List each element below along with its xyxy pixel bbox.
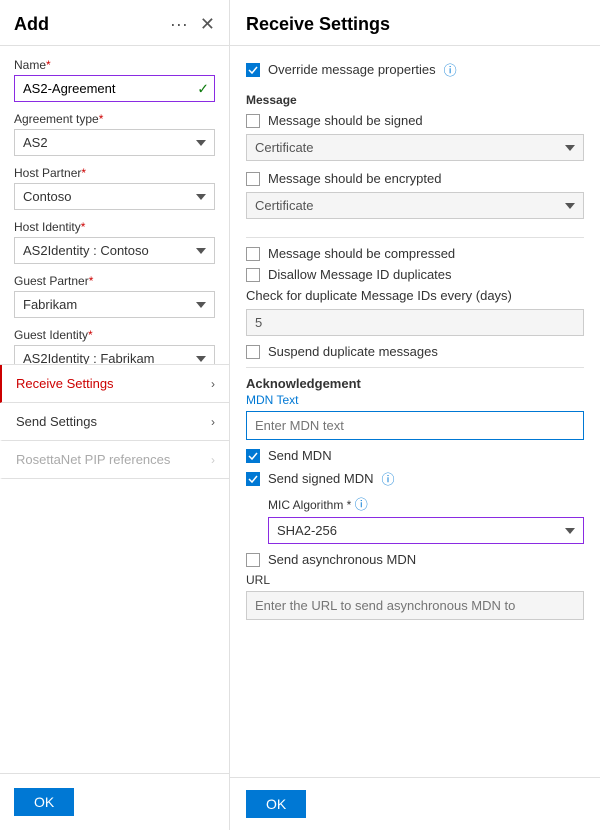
compress-label: Message should be compressed (268, 246, 455, 261)
left-form: Name* ✓ Agreement type* AS2 Host Partner… (0, 46, 229, 364)
suspend-label: Suspend duplicate messages (268, 344, 438, 359)
nav-item-send-settings[interactable]: Send Settings › (0, 403, 229, 441)
sign-checkbox[interactable] (246, 114, 260, 128)
certificate-select-1[interactable]: Certificate (246, 134, 584, 161)
async-mdn-label: Send asynchronous MDN (268, 552, 416, 567)
sign-row: Message should be signed (246, 113, 584, 128)
ack-section-label: Acknowledgement (246, 376, 584, 391)
info-icon[interactable]: ⓘ (444, 60, 457, 79)
info-icon-mic[interactable]: ⓘ (355, 497, 368, 512)
host-partner-select[interactable]: Contoso (14, 183, 215, 210)
more-options-icon[interactable]: ··· (170, 14, 188, 35)
send-signed-mdn-checkbox[interactable] (246, 472, 260, 486)
url-input[interactable] (246, 591, 584, 620)
guest-partner-label: Guest Partner* (14, 274, 215, 288)
agreement-type-group: Agreement type* AS2 (14, 112, 215, 156)
disallow-label: Disallow Message ID duplicates (268, 267, 452, 282)
encrypt-label: Message should be encrypted (268, 171, 441, 186)
encrypt-checkbox[interactable] (246, 172, 260, 186)
guest-partner-group: Guest Partner* Fabrikam (14, 274, 215, 318)
mdn-text-input[interactable] (246, 411, 584, 440)
compress-checkbox[interactable] (246, 247, 260, 261)
left-header: Add ··· ✕ (0, 0, 229, 46)
ok-button-right[interactable]: OK (246, 790, 306, 818)
chevron-right-icon: › (211, 377, 215, 391)
send-mdn-row: Send MDN (246, 448, 584, 463)
name-group: Name* ✓ (14, 58, 215, 102)
name-label: Name* (14, 58, 215, 72)
send-mdn-label: Send MDN (268, 448, 332, 463)
left-panel: Add ··· ✕ Name* ✓ Agreement type* AS2 (0, 0, 230, 830)
override-label: Override message properties (268, 62, 436, 77)
send-signed-mdn-row: Send signed MDN ⓘ (246, 469, 584, 488)
right-footer: OK (230, 777, 600, 830)
disallow-row: Disallow Message ID duplicates (246, 267, 584, 282)
send-mdn-checkbox[interactable] (246, 449, 260, 463)
host-identity-label: Host Identity* (14, 220, 215, 234)
certificate-select-2[interactable]: Certificate (246, 192, 584, 219)
nav-receive-label: Receive Settings (16, 376, 211, 391)
compress-row: Message should be compressed (246, 246, 584, 261)
duplicate-check-label: Check for duplicate Message IDs every (d… (246, 288, 584, 303)
panel-title: Add (14, 14, 170, 35)
nav-rosettanet-label: RosettaNet PIP references (16, 452, 211, 467)
sign-label: Message should be signed (268, 113, 423, 128)
host-identity-group: Host Identity* AS2Identity : Contoso (14, 220, 215, 264)
checkmark-icon: ✓ (197, 80, 209, 97)
nav-item-rosettanet: RosettaNet PIP references › (0, 441, 229, 479)
override-row: Override message properties ⓘ (246, 60, 584, 79)
override-checkbox[interactable] (246, 63, 260, 77)
days-input[interactable] (246, 309, 584, 336)
right-header: Receive Settings (230, 0, 600, 46)
url-section: URL (246, 573, 584, 620)
host-partner-label: Host Partner* (14, 166, 215, 180)
chevron-right-icon: › (211, 453, 215, 467)
mdn-text-label: MDN Text (246, 393, 584, 407)
send-signed-mdn-label: Send signed MDN (268, 471, 374, 486)
name-input[interactable] (14, 75, 215, 102)
guest-identity-select[interactable]: AS2Identity : Fabrikam (14, 345, 215, 364)
nav-item-receive-settings[interactable]: Receive Settings › (0, 365, 229, 403)
right-panel-title: Receive Settings (246, 14, 390, 34)
right-panel: Receive Settings Override message proper… (230, 0, 600, 830)
mic-select[interactable]: SHA2-256 MD5 SHA1 SHA2-384 SHA2-512 (268, 517, 584, 544)
guest-identity-label: Guest Identity* (14, 328, 215, 342)
disallow-checkbox[interactable] (246, 268, 260, 282)
host-partner-group: Host Partner* Contoso (14, 166, 215, 210)
host-identity-select[interactable]: AS2Identity : Contoso (14, 237, 215, 264)
async-mdn-row: Send asynchronous MDN (246, 552, 584, 567)
async-mdn-checkbox[interactable] (246, 553, 260, 567)
url-label: URL (246, 573, 584, 587)
suspend-row: Suspend duplicate messages (246, 344, 584, 359)
guest-partner-select[interactable]: Fabrikam (14, 291, 215, 318)
agreement-type-label: Agreement type* (14, 112, 215, 126)
nav-send-label: Send Settings (16, 414, 211, 429)
chevron-right-icon: › (211, 415, 215, 429)
suspend-checkbox[interactable] (246, 345, 260, 359)
name-input-wrapper: ✓ (14, 75, 215, 102)
right-body: Override message properties ⓘ Message Me… (230, 46, 600, 777)
left-footer: OK (0, 773, 229, 830)
mic-section: MIC Algorithm * ⓘ SHA2-256 MD5 SHA1 SHA2… (268, 494, 584, 544)
guest-identity-group: Guest Identity* AS2Identity : Fabrikam (14, 328, 215, 364)
ok-button-left[interactable]: OK (14, 788, 74, 816)
divider-1 (246, 237, 584, 238)
agreement-type-select[interactable]: AS2 (14, 129, 215, 156)
message-section-label: Message (246, 93, 584, 107)
encrypt-row: Message should be encrypted (246, 171, 584, 186)
info-icon-mdn[interactable]: ⓘ (382, 469, 395, 488)
mic-label: MIC Algorithm * ⓘ (268, 494, 584, 513)
divider-2 (246, 367, 584, 368)
nav-section: Receive Settings › Send Settings › Roset… (0, 364, 229, 479)
close-icon[interactable]: ✕ (200, 14, 215, 35)
